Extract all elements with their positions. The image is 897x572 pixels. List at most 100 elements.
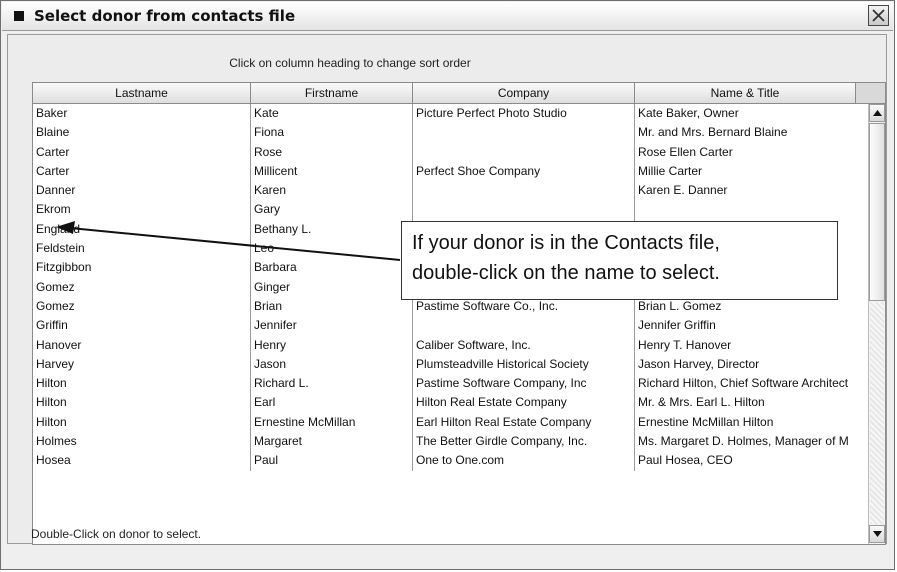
cell-company[interactable]: Hilton Real Estate Company: [413, 393, 635, 413]
cell-lastname[interactable]: Danner: [33, 181, 251, 201]
cell-company[interactable]: [413, 142, 635, 162]
cell-lastname[interactable]: Harvey: [33, 354, 251, 375]
cell-name-title[interactable]: Millie Carter: [635, 162, 868, 181]
cell-name-title[interactable]: Karen E. Danner: [635, 181, 868, 200]
cell-company[interactable]: Earl Hilton Real Estate Company: [413, 412, 635, 433]
column-header-firstname[interactable]: Firstname: [251, 83, 413, 104]
cell-firstname[interactable]: Karen: [251, 181, 413, 201]
column-header-company[interactable]: Company: [413, 83, 635, 104]
cell-lastname[interactable]: Holmes: [33, 432, 251, 452]
cell-firstname[interactable]: Bethany L.: [251, 219, 413, 240]
cell-lastname[interactable]: Baker: [33, 104, 251, 124]
cell-firstname[interactable]: Paul: [251, 451, 413, 471]
table-row[interactable]: Holmes Margaret The Better Girdle Company,…: [33, 432, 868, 452]
cell-firstname[interactable]: Leo: [251, 239, 413, 259]
cell-name-title[interactable]: Mr. and Mrs. Bernard Blaine: [635, 123, 868, 142]
cell-name-title[interactable]: [635, 200, 868, 219]
cell-company[interactable]: One to One.com: [413, 451, 635, 471]
cell-firstname[interactable]: Ginger: [251, 277, 413, 297]
table-row[interactable]: Hilton Ernestine McMillan Earl Hilton Real…: [33, 412, 868, 433]
scroll-down-button[interactable]: [869, 525, 885, 543]
cell-firstname[interactable]: Kate: [251, 104, 413, 124]
table-row[interactable]: Harvey Jason Plumsteadville Historical Soc…: [33, 354, 868, 375]
square-icon: [14, 11, 24, 21]
table-row[interactable]: Hosea Paul One to One.com Paul Hosea, CEO: [33, 451, 868, 471]
cell-company[interactable]: [413, 316, 635, 336]
cell-firstname[interactable]: Brian: [251, 296, 413, 317]
cell-lastname[interactable]: Hanover: [33, 335, 251, 355]
dialog-title: Select donor from contacts file: [34, 7, 296, 25]
close-icon: [872, 9, 885, 22]
cell-lastname[interactable]: Ekrom: [33, 200, 251, 220]
cell-name-title[interactable]: Paul Hosea, CEO: [635, 451, 868, 470]
cell-firstname[interactable]: Earl: [251, 393, 413, 413]
cell-company[interactable]: Picture Perfect Photo Studio: [413, 104, 635, 124]
table-row[interactable]: Carter Millicent Perfect Shoe Company Milli…: [33, 161, 868, 182]
cell-lastname[interactable]: Gomez: [33, 277, 251, 297]
cell-name-title[interactable]: Jason Harvey, Director: [635, 355, 868, 374]
cell-firstname[interactable]: Ernestine McMillan: [251, 412, 413, 433]
cell-name-title[interactable]: Jennifer Griffin: [635, 316, 868, 335]
cell-company[interactable]: Perfect Shoe Company: [413, 161, 635, 182]
cell-company[interactable]: The Better Girdle Company, Inc.: [413, 432, 635, 452]
cell-lastname[interactable]: Hosea: [33, 451, 251, 471]
cell-company[interactable]: Caliber Software, Inc.: [413, 335, 635, 355]
cell-firstname[interactable]: Fiona: [251, 123, 413, 143]
cell-firstname[interactable]: Rose: [251, 142, 413, 162]
cell-firstname[interactable]: Gary: [251, 200, 413, 220]
scroll-up-button[interactable]: [869, 104, 885, 122]
cell-firstname[interactable]: Margaret: [251, 432, 413, 452]
cell-firstname[interactable]: Henry: [251, 335, 413, 355]
cell-firstname[interactable]: Millicent: [251, 161, 413, 182]
cell-lastname[interactable]: Griffin: [33, 316, 251, 336]
cell-lastname[interactable]: Blaine: [33, 123, 251, 143]
cell-company[interactable]: [413, 200, 635, 220]
title-bar[interactable]: Select donor from contacts file: [2, 2, 893, 31]
table-row[interactable]: Blaine Fiona Mr. and Mrs. Bernard Blaine: [33, 123, 868, 143]
cell-lastname[interactable]: Hilton: [33, 393, 251, 413]
column-header-lastname[interactable]: Lastname: [33, 83, 251, 104]
scroll-thumb[interactable]: [869, 123, 885, 301]
table-row[interactable]: Griffin Jennifer Jennifer Griffin: [33, 316, 868, 336]
cell-firstname[interactable]: Barbara: [251, 258, 413, 278]
column-header-name-title[interactable]: Name & Title: [635, 83, 856, 104]
cell-lastname[interactable]: Carter: [33, 142, 251, 162]
close-button[interactable]: [868, 5, 889, 26]
callout-line-1: If your donor is in the Contacts file,: [412, 232, 720, 254]
table-row[interactable]: Hilton Richard L. Pastime Software Company…: [33, 374, 868, 394]
cell-lastname[interactable]: Carter: [33, 161, 251, 182]
cell-lastname[interactable]: Gomez: [33, 296, 251, 317]
table-row[interactable]: Hanover Henry Caliber Software, Inc. Henry …: [33, 335, 868, 355]
cell-name-title[interactable]: Ernestine McMillan Hilton: [635, 413, 868, 432]
cell-lastname[interactable]: Fitzgibbon: [33, 258, 251, 278]
table-row[interactable]: Ekrom Gary: [33, 200, 868, 220]
scroll-track[interactable]: [870, 302, 884, 524]
cell-name-title[interactable]: Ms. Margaret D. Holmes, Manager of M: [635, 432, 868, 451]
cell-lastname[interactable]: Hilton: [33, 374, 251, 394]
cell-name-title[interactable]: Richard Hilton, Chief Software Architect: [635, 374, 868, 393]
table-row[interactable]: Danner Karen Karen E. Danner: [33, 181, 868, 201]
instruction-callout: If your donor is in the Contacts file, d…: [401, 221, 838, 300]
cell-company[interactable]: [413, 123, 635, 143]
table-row[interactable]: Carter Rose Rose Ellen Carter: [33, 142, 868, 162]
cell-name-title[interactable]: Rose Ellen Carter: [635, 143, 868, 162]
cell-lastname[interactable]: Hilton: [33, 412, 251, 433]
table-row[interactable]: Baker Kate Picture Perfect Photo Studio Kat…: [33, 104, 868, 124]
cell-company[interactable]: [413, 181, 635, 201]
cell-name-title[interactable]: Henry T. Hanover: [635, 336, 868, 355]
cell-firstname[interactable]: Jennifer: [251, 316, 413, 336]
cell-name-title[interactable]: Mr. & Mrs. Earl L. Hilton: [635, 393, 868, 412]
scroll-down-arrow-icon: [872, 531, 882, 537]
callout-line-2: double-click on the name to select.: [412, 262, 720, 284]
cell-company[interactable]: Pastime Software Company, Inc: [413, 374, 635, 394]
cell-lastname[interactable]: England: [33, 219, 251, 240]
cell-firstname[interactable]: Richard L.: [251, 374, 413, 394]
scroll-up-arrow-icon: [872, 110, 882, 116]
cell-firstname[interactable]: Jason: [251, 354, 413, 375]
cell-company[interactable]: Plumsteadville Historical Society: [413, 354, 635, 375]
vertical-scrollbar[interactable]: [868, 104, 885, 544]
sort-hint: Click on column heading to change sort o…: [229, 56, 471, 70]
cell-lastname[interactable]: Feldstein: [33, 239, 251, 259]
table-row[interactable]: Hilton Earl Hilton Real Estate Company Mr. …: [33, 393, 868, 413]
cell-name-title[interactable]: Kate Baker, Owner: [635, 104, 868, 123]
